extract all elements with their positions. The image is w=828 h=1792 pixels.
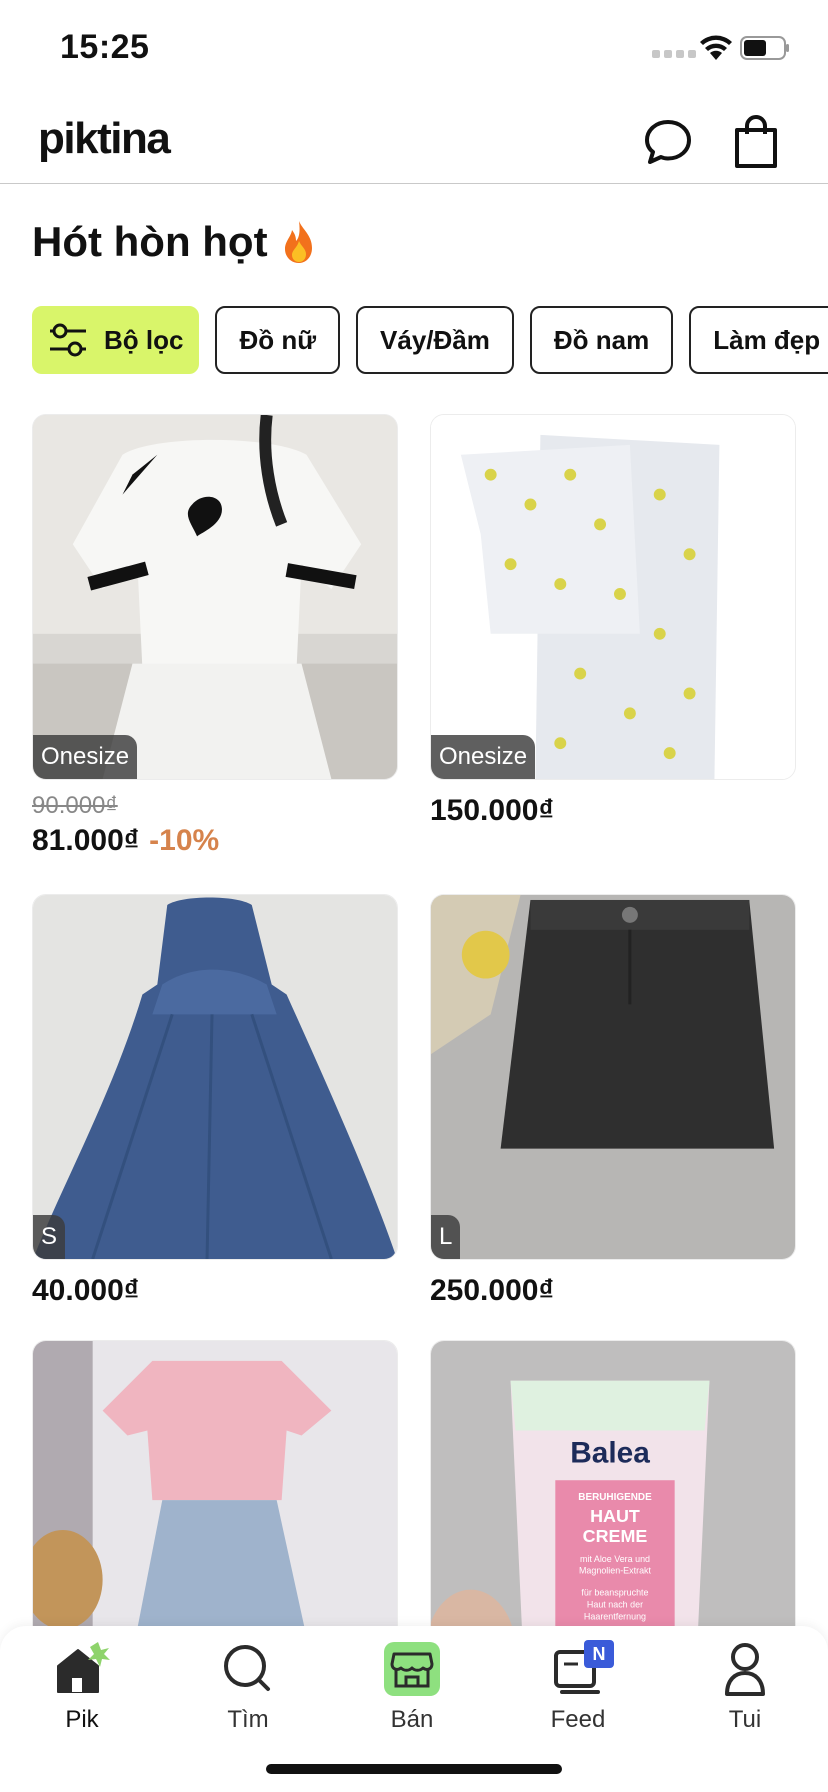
chip-do-nu[interactable]: Đồ nữ: [215, 306, 341, 374]
product-card[interactable]: Onesize 90.000₫ 81.000₫ -10%: [32, 414, 398, 858]
nav-label-tui: Tui: [728, 1706, 762, 1733]
nav-item-feed[interactable]: N Feed: [513, 1640, 643, 1740]
original-price: 90.000₫: [32, 792, 118, 819]
size-badge: Onesize: [33, 735, 138, 779]
section-title: Hót hòn họt: [32, 218, 320, 266]
nav-item-tui[interactable]: Tui: [680, 1640, 810, 1740]
product-image[interactable]: Onesize: [430, 414, 796, 780]
product-card[interactable]: Onesize 150.000₫: [430, 414, 796, 828]
app-logo[interactable]: piktina: [38, 114, 171, 164]
nav-item-ban[interactable]: Bán: [347, 1640, 477, 1740]
status-time: 15:25: [60, 28, 150, 66]
price-row: 40.000₫: [32, 1274, 398, 1308]
profile-icon: [725, 1643, 765, 1696]
discount-label: -10%: [149, 824, 220, 857]
cream-label-1: BERUHIGENDE: [578, 1492, 652, 1503]
filter-chip-label: Bộ lọc: [104, 324, 184, 355]
chip-lam-dep[interactable]: Làm đẹp: [689, 306, 828, 374]
cream-label-8: Haarentfernung: [584, 1611, 646, 1621]
section-title-text: Hót hòn họt: [32, 218, 268, 265]
battery-icon: [740, 36, 789, 60]
chip-do-nam[interactable]: Đồ nam: [529, 306, 674, 374]
size-badge: S: [33, 1215, 66, 1259]
price: 40.000₫: [32, 1274, 140, 1307]
cream-label-5: Magnolien-Extrakt: [579, 1566, 652, 1576]
chip-vay-dam[interactable]: Váy/Đầm: [356, 306, 514, 374]
nav-item-pik[interactable]: Pik: [17, 1640, 147, 1740]
shopping-bag-icon[interactable]: [728, 114, 784, 170]
denim-dress-photo: [33, 895, 397, 1259]
size-badge: Onesize: [431, 735, 536, 779]
nav-label-ban: Bán: [390, 1706, 434, 1733]
shop-icon: [384, 1642, 440, 1696]
cellular-signal-icon: [652, 50, 696, 58]
cream-label-3: CREME: [583, 1526, 648, 1546]
product-card[interactable]: S 40.000₫: [32, 894, 398, 1308]
floral-set-photo: [431, 415, 795, 779]
price-row: 81.000₫ -10%: [32, 824, 398, 858]
product-image[interactable]: Onesize: [32, 414, 398, 780]
category-chips: Bộ lọc Đồ nữ Váy/Đầm Đồ nam Làm đẹp: [32, 306, 828, 374]
size-badge: L: [431, 1215, 461, 1259]
black-skirt-photo: [431, 895, 795, 1259]
feed-new-badge: N: [584, 1640, 614, 1668]
white-top-photo: [33, 415, 397, 779]
product-image[interactable]: S: [32, 894, 398, 1260]
price: 150.000₫: [430, 794, 554, 827]
nav-label-feed: Feed: [550, 1706, 606, 1733]
chat-icon[interactable]: [640, 114, 696, 170]
price: 250.000₫: [430, 1274, 554, 1307]
product-card[interactable]: L 250.000₫: [430, 894, 796, 1308]
fire-icon: [284, 221, 312, 263]
app-header: piktina: [0, 100, 828, 184]
brand-text: Balea: [570, 1436, 650, 1469]
home-icon: [57, 1642, 110, 1693]
price-row: 250.000₫: [430, 1274, 796, 1308]
nav-label-tim: Tìm: [227, 1706, 269, 1733]
nav-label-pik: Pik: [65, 1706, 99, 1733]
filter-chip[interactable]: Bộ lọc: [32, 306, 200, 374]
cream-label-6: für beanspruchte: [581, 1588, 648, 1598]
price-row: 150.000₫: [430, 794, 796, 828]
cream-label-4: mit Aloe Vera und: [580, 1554, 650, 1564]
wifi-icon: [700, 35, 732, 60]
home-indicator: [266, 1764, 562, 1774]
status-bar: 15:25: [0, 0, 828, 100]
nav-item-tim[interactable]: Tìm: [183, 1640, 313, 1740]
cream-label-7: Haut nach der: [587, 1600, 643, 1610]
product-image[interactable]: L: [430, 894, 796, 1260]
cream-label-2: HAUT: [590, 1506, 640, 1526]
price: 81.000₫: [32, 824, 140, 857]
filter-sliders-icon: [50, 323, 86, 357]
feed-icon-wrap: N: [548, 1640, 614, 1698]
search-icon: [224, 1645, 270, 1691]
